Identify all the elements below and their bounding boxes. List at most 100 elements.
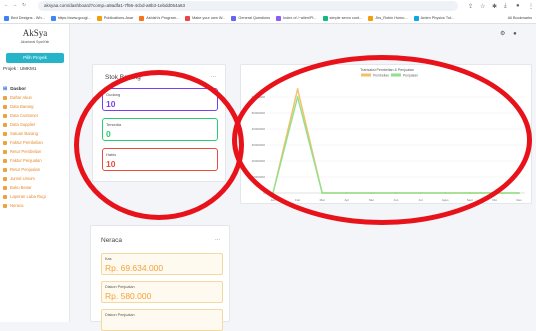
- bookmark-label: Arden Physics Tut...: [420, 16, 455, 20]
- neraca-diskon-box-2: Diskon Penjualan: [101, 309, 223, 331]
- menu-item-icon: [3, 122, 7, 127]
- download-icon[interactable]: ⤓: [504, 3, 507, 10]
- neraca-menu-icon[interactable]: ...: [215, 236, 220, 242]
- sidebar-item-label: Neraca: [10, 203, 24, 208]
- brand-logo: AkSya: [22, 28, 48, 38]
- bookmark-label: Index of /~allen/Pl...: [283, 16, 317, 20]
- neraca-diskon-box: Diskon Penjualan Rp. 580.000: [101, 281, 223, 303]
- menu-item-icon: [3, 113, 7, 118]
- bookmark-favicon-icon: [368, 15, 374, 21]
- sidebar-item-label: Dasbor: [10, 86, 27, 91]
- bookmark-item[interactable]: Publications-Asar: [96, 15, 133, 21]
- project-label: Projek : UMKM1: [3, 66, 37, 71]
- extension-icon[interactable]: ✱: [492, 3, 497, 10]
- data-point: [518, 192, 520, 194]
- menu-item-icon: [3, 104, 7, 109]
- brand-subtitle: Akuntansi SyariYah: [20, 40, 50, 44]
- sidebar-item-neraca[interactable]: Neraca: [0, 201, 70, 210]
- sidebar-item-faktur-penjualan[interactable]: Faktur Penjualan: [0, 156, 70, 165]
- sidebar-item-dasbor[interactable]: ⊞ Dasbor: [0, 84, 70, 93]
- pilih-proyek-button[interactable]: Pilih Proyek: [6, 53, 64, 63]
- all-bookmarks-link[interactable]: All Bookmarks: [508, 16, 532, 20]
- sidebar-item-label: Faktur Pembelian: [10, 140, 43, 145]
- sidebar-item-satuan-barang[interactable]: Satuan Barang: [0, 129, 70, 138]
- sidebar-item-data-supplier[interactable]: Data Supplier: [0, 120, 70, 129]
- share-icon[interactable]: ⇪: [468, 3, 473, 10]
- annotation-circle-left: [74, 70, 244, 220]
- menu-item-icon: [3, 194, 7, 199]
- sidebar-item-faktur-pembelian[interactable]: Faktur Pembelian: [0, 138, 70, 147]
- bookmark-item[interactable]: Make your own W...: [185, 15, 226, 21]
- back-icon[interactable]: ←: [2, 2, 10, 7]
- bookmarks-bar: Bed Designs - Wh... https://www.googl... P…: [0, 12, 536, 24]
- user-icon[interactable]: ●: [513, 31, 517, 37]
- menu-item-icon: [3, 203, 7, 208]
- menu-item-icon: [3, 95, 7, 100]
- neraca-card: Neraca ... Kas Rp. 69.634.000 Diskon Pen…: [90, 225, 230, 331]
- neraca-label: Diskon Penjualan: [105, 313, 135, 317]
- bookmark-favicon-icon: [139, 15, 145, 21]
- sidebar-item-retur-penjualan[interactable]: Retur Penjualan: [0, 165, 70, 174]
- sidebar-item-label: Retur Pembelian: [10, 149, 42, 154]
- bookmark-item[interactable]: Index of /~allen/Pl...: [276, 15, 317, 21]
- sidebar-menu: ⊞ Dasbor Daftar Akun Data Barang Data Custom…: [0, 84, 70, 210]
- menu-item-icon: [3, 140, 7, 145]
- bookmark-item[interactable]: Ashish's Program...: [139, 15, 179, 21]
- bookmark-item[interactable]: Jhs_Robin Homo...: [368, 15, 408, 21]
- dashboard-icon: ⊞: [3, 85, 8, 92]
- sidebar-item-data-barang[interactable]: Data Barang: [0, 102, 70, 111]
- reload-icon[interactable]: ↻: [20, 2, 28, 8]
- bookmark-label: General Questions: [238, 16, 271, 20]
- bookmark-label: https://www.googl...: [57, 16, 91, 20]
- top-icons: ⚙ ●: [500, 30, 517, 37]
- sidebar-item-data-customer[interactable]: Data Customer: [0, 111, 70, 120]
- sidebar-item-jurnal-umum[interactable]: Jurnal Umum: [0, 174, 70, 183]
- bookmark-item[interactable]: https://www.googl...: [50, 15, 91, 21]
- sidebar-item-label: Data Customer: [10, 113, 39, 118]
- sidebar-item-label: Buku Besar: [10, 185, 32, 190]
- star-icon[interactable]: ☆: [480, 3, 485, 10]
- bookmark-label: Make your own W...: [192, 16, 226, 20]
- bookmark-favicon-icon: [185, 15, 191, 21]
- browser-chrome: ← → ↻ aksyaa.com/dashboard?comp=a9adfa1-…: [0, 0, 536, 24]
- sidebar-item-label: Data Supplier: [10, 122, 36, 127]
- bookmark-item[interactable]: simple servo cont...: [322, 15, 363, 21]
- x-tick-label: Des: [516, 198, 522, 202]
- menu-item-icon: [3, 158, 7, 163]
- sidebar-item-daftar-akun[interactable]: Daftar Akun: [0, 93, 70, 102]
- bookmark-favicon-icon: [231, 15, 237, 21]
- neraca-label: Kas: [105, 257, 112, 261]
- sidebar-item-label: Satuan Barang: [10, 131, 38, 136]
- browser-toolbar: ← → ↻ aksyaa.com/dashboard?comp=a9adfa1-…: [0, 0, 536, 12]
- sidebar-item-buku-besar[interactable]: Buku Besar: [0, 183, 70, 192]
- bookmark-favicon-icon: [322, 15, 328, 21]
- menu-item-icon: [3, 149, 7, 154]
- menu-item-icon: [3, 131, 7, 136]
- neraca-value: Rp. 69.634.000: [105, 263, 164, 273]
- neraca-value: Rp. 580.000: [105, 291, 152, 301]
- bookmark-item[interactable]: General Questions: [231, 15, 271, 21]
- sidebar-item-label: Jurnal Umum: [10, 176, 35, 181]
- sidebar-item-laporan-laba-rugi[interactable]: Laporan Laba Rugi: [0, 192, 70, 201]
- menu-item-icon: [3, 176, 7, 181]
- menu-item-icon: [3, 185, 7, 190]
- stok-menu-icon[interactable]: ...: [211, 73, 216, 79]
- neraca-kas-box: Kas Rp. 69.634.000: [101, 253, 223, 275]
- bookmark-favicon-icon: [4, 15, 9, 21]
- profile-icon[interactable]: ●: [516, 3, 520, 9]
- settings-icon[interactable]: ⚙: [500, 31, 505, 37]
- bookmark-item[interactable]: Arden Physics Tut...: [413, 15, 455, 21]
- bookmark-label: Jhs_Robin Homo...: [375, 16, 408, 20]
- more-icon[interactable]: ⋮: [528, 3, 534, 10]
- sidebar-item-label: Daftar Akun: [10, 95, 32, 100]
- forward-icon[interactable]: →: [11, 2, 19, 7]
- sidebar-item-label: Retur Penjualan: [10, 167, 41, 172]
- annotation-circle-right: [232, 55, 532, 225]
- address-bar[interactable]: aksyaa.com/dashboard?comp=a9adfa1-7f66-4…: [38, 1, 458, 11]
- bookmark-favicon-icon: [413, 15, 419, 21]
- bookmark-favicon-icon: [276, 15, 282, 21]
- sidebar-item-retur-pembelian[interactable]: Retur Pembelian: [0, 147, 70, 156]
- bookmark-item[interactable]: Bed Designs - Wh...: [4, 15, 45, 21]
- menu-item-icon: [3, 167, 7, 172]
- bookmark-label: simple servo cont...: [329, 16, 363, 20]
